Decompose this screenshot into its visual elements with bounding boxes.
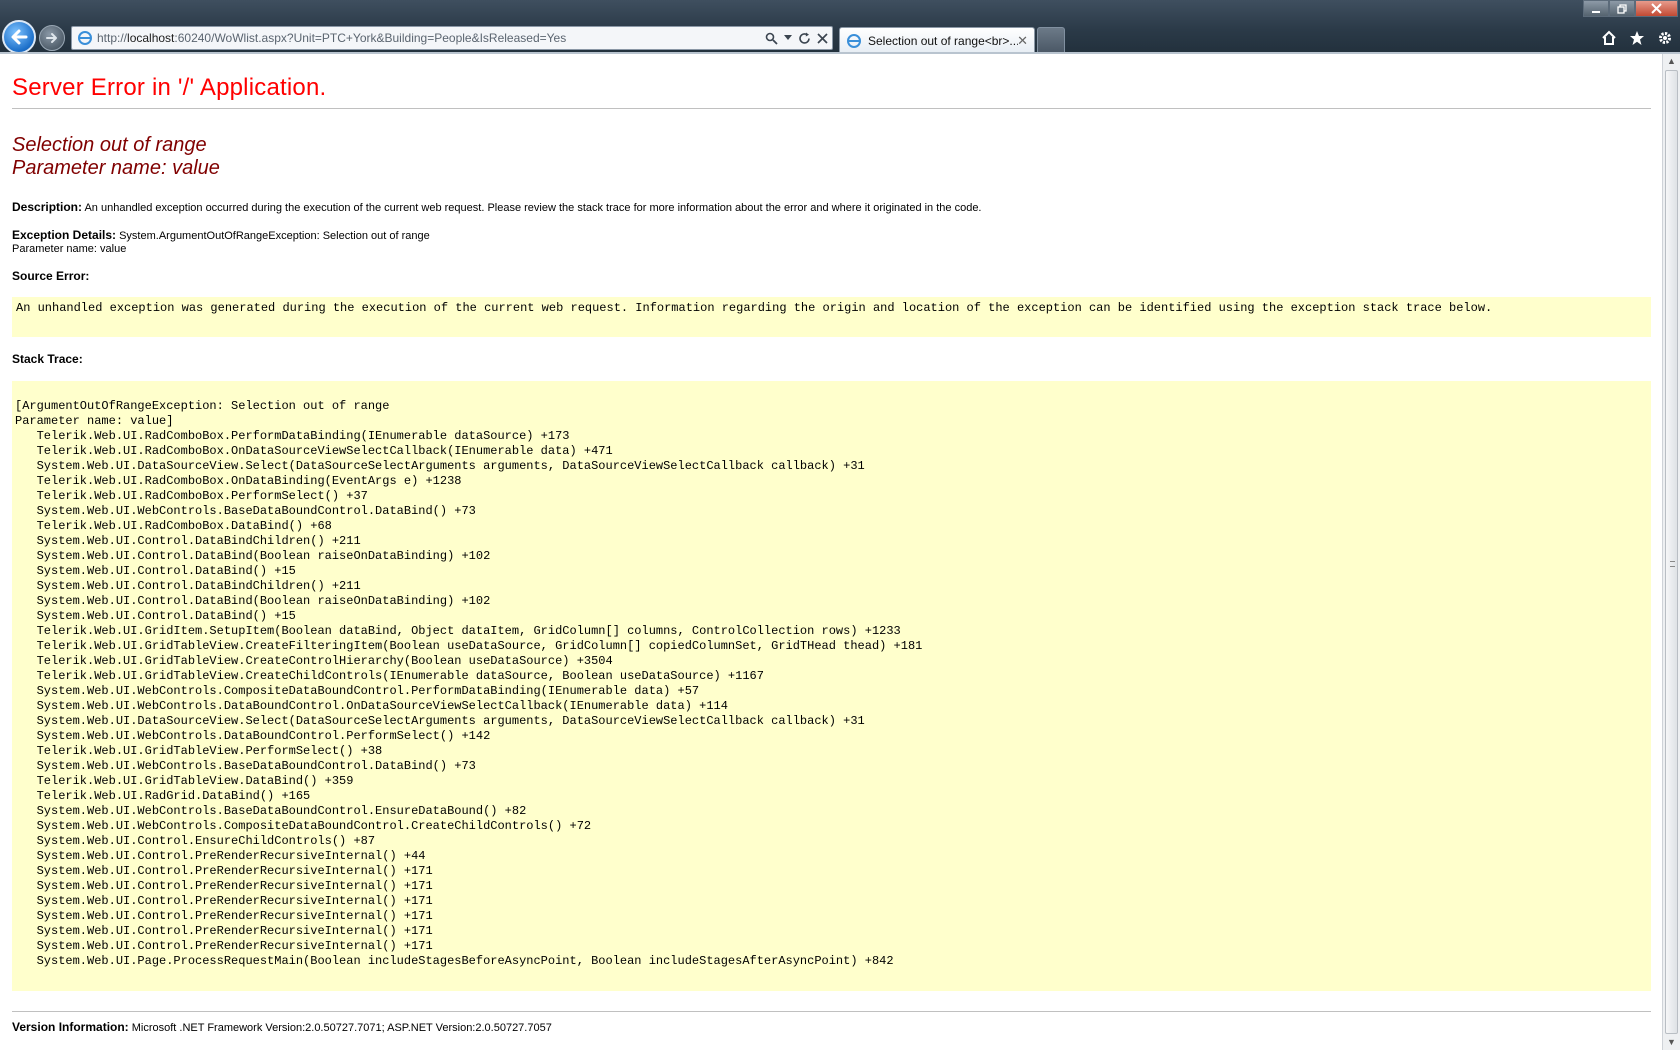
description: Description: An unhandled exception occu… [12, 200, 982, 214]
browser-chrome: http://localhost:60240/WoWlist.aspx?Unit… [0, 0, 1680, 54]
stack-trace-line: System.Web.UI.Control.DataBind() +15 [15, 564, 296, 578]
home-icon[interactable] [1600, 29, 1618, 47]
scroll-down-arrow-icon[interactable]: ▼ [1666, 1037, 1677, 1048]
stack-trace-line: System.Web.UI.Control.EnsureChildControl… [15, 834, 376, 848]
stack-trace-line: Telerik.Web.UI.GridTableView.CreateFilte… [15, 639, 923, 653]
stack-trace-line: System.Web.UI.WebControls.DataBoundContr… [15, 699, 728, 713]
stack-trace-line: Telerik.Web.UI.GridTableView.CreateChild… [15, 669, 764, 683]
stack-trace-line: System.Web.UI.DataSourceView.Select(Data… [15, 459, 865, 473]
new-tab-button[interactable] [1037, 27, 1065, 52]
tab-title: Selection out of range<br>... [868, 33, 1018, 48]
stack-trace-line: System.Web.UI.Page.ProcessRequestMain(Bo… [15, 954, 894, 968]
stack-trace-line: System.Web.UI.DataSourceView.Select(Data… [15, 714, 865, 728]
stack-trace-line: [ArgumentOutOfRangeException: Selection … [15, 399, 390, 413]
stack-trace-line: System.Web.UI.Control.PreRenderRecursive… [15, 909, 433, 923]
stack-trace-line: System.Web.UI.WebControls.BaseDataBoundC… [15, 759, 476, 773]
stack-trace-line: Telerik.Web.UI.GridTableView.PerformSele… [15, 744, 383, 758]
error-heading: Selection out of range Parameter name: v… [12, 134, 220, 180]
stack-trace-line: Telerik.Web.UI.GridTableView.DataBind() … [15, 774, 354, 788]
stack-trace-line: Parameter name: value] [15, 414, 174, 428]
stack-trace-line: System.Web.UI.WebControls.CompositeDataB… [15, 819, 592, 833]
back-button[interactable] [2, 20, 36, 54]
window-controls [1583, 0, 1678, 17]
stack-trace-line: System.Web.UI.Control.DataBindChildren()… [15, 534, 361, 548]
source-error-label-text: Source Error: [12, 269, 90, 283]
forward-button[interactable] [39, 25, 65, 51]
stack-trace-line: System.Web.UI.Control.DataBindChildren()… [15, 579, 361, 593]
stack-trace-line: System.Web.UI.WebControls.BaseDataBoundC… [15, 804, 527, 818]
version-information: Version Information: Microsoft .NET Fram… [12, 1020, 552, 1034]
stop-icon[interactable] [817, 32, 828, 44]
ie-page-icon [78, 31, 92, 45]
url-rest: :60240/WoWlist.aspx?Unit=PTC+York&Buildi… [174, 31, 567, 45]
stack-trace-line: System.Web.UI.Control.PreRenderRecursive… [15, 894, 433, 908]
scroll-thumb[interactable] [1665, 70, 1678, 1034]
source-error-label: Source Error: [12, 269, 89, 283]
search-icon[interactable] [765, 32, 778, 45]
stack-trace-label: Stack Trace: [12, 352, 83, 366]
server-error-title: Server Error in '/' Application. [12, 74, 327, 101]
stack-trace-line: System.Web.UI.Control.PreRenderRecursive… [15, 924, 433, 938]
stack-trace-line: Telerik.Web.UI.GridItem.SetupItem(Boolea… [15, 624, 901, 638]
source-error-box: An unhandled exception was generated dur… [12, 297, 1651, 337]
tools-gear-icon[interactable] [1656, 29, 1674, 47]
exception-label: Exception Details: [12, 228, 117, 242]
version-label: Version Information: [12, 1020, 129, 1034]
stack-trace-line: System.Web.UI.WebControls.CompositeDataB… [15, 684, 700, 698]
address-bar[interactable]: http://localhost:60240/WoWlist.aspx?Unit… [71, 26, 833, 50]
tab-active[interactable]: Selection out of range<br>... ✕ [839, 27, 1035, 53]
stack-trace-line: Telerik.Web.UI.RadComboBox.OnDataSourceV… [15, 444, 613, 458]
stack-trace-line: Telerik.Web.UI.RadComboBox.PerformSelect… [15, 489, 368, 503]
stack-trace-line: System.Web.UI.WebControls.BaseDataBoundC… [15, 504, 476, 518]
forward-arrow-icon [46, 33, 57, 43]
refresh-icon[interactable] [798, 32, 811, 45]
ie-page-icon [847, 33, 861, 48]
dropdown-arrow-icon[interactable] [784, 35, 792, 41]
url-host: localhost [127, 31, 175, 45]
scroll-up-arrow-icon[interactable]: ▲ [1666, 56, 1677, 67]
close-window-button[interactable] [1635, 0, 1678, 17]
stack-trace-line: System.Web.UI.Control.PreRenderRecursive… [15, 879, 433, 893]
stack-trace-line: Telerik.Web.UI.GridTableView.CreateContr… [15, 654, 613, 668]
stack-trace-line: System.Web.UI.Control.PreRenderRecursive… [15, 849, 426, 863]
stack-trace-line: System.Web.UI.WebControls.DataBoundContr… [15, 729, 491, 743]
back-arrow-icon [11, 29, 28, 45]
exception-parameter: Parameter name: value [12, 243, 127, 255]
tab-close-icon[interactable]: ✕ [1017, 33, 1028, 49]
stack-trace-line: Telerik.Web.UI.RadComboBox.OnDataBinding… [15, 474, 462, 488]
close-icon [1651, 3, 1662, 14]
description-text: An unhandled exception occurred during t… [84, 202, 982, 214]
stack-trace-line: System.Web.UI.Control.DataBind() +15 [15, 609, 296, 623]
exception-details: Exception Details: System.ArgumentOutOfR… [12, 228, 430, 242]
exception-text: System.ArgumentOutOfRangeException: Sele… [119, 230, 430, 242]
restore-button[interactable] [1609, 0, 1635, 17]
stack-trace-line: Telerik.Web.UI.RadComboBox.PerformDataBi… [15, 429, 570, 443]
divider [12, 108, 1651, 109]
stack-trace-box: [ArgumentOutOfRangeException: Selection … [12, 381, 1651, 991]
stack-trace-line: Telerik.Web.UI.RadComboBox.DataBind() +6… [15, 519, 332, 533]
minimize-icon [1592, 10, 1600, 13]
restore-icon [1617, 3, 1627, 14]
page-content: Server Error in '/' Application. Selecti… [0, 54, 1662, 1050]
version-text: Microsoft .NET Framework Version:2.0.507… [131, 1022, 552, 1034]
error-message: Selection out of range [12, 134, 207, 156]
stack-trace-line: Telerik.Web.UI.RadGrid.DataBind() +165 [15, 789, 311, 803]
stack-trace-line: System.Web.UI.Control.DataBind(Boolean r… [15, 594, 491, 608]
stack-trace-line: System.Web.UI.Control.PreRenderRecursive… [15, 939, 433, 953]
stack-trace-label-text: Stack Trace: [12, 352, 83, 366]
minimize-button[interactable] [1583, 0, 1609, 17]
address-url[interactable]: http://localhost:60240/WoWlist.aspx?Unit… [97, 31, 757, 45]
divider [12, 1011, 1651, 1012]
favorites-star-icon[interactable] [1628, 29, 1646, 47]
stack-trace-line: System.Web.UI.Control.PreRenderRecursive… [15, 864, 433, 878]
url-prefix: http:// [97, 31, 128, 45]
stack-trace-line: System.Web.UI.Control.DataBind(Boolean r… [15, 549, 491, 563]
error-parameter: Parameter name: value [12, 157, 220, 179]
description-label: Description: [12, 200, 83, 214]
vertical-scrollbar[interactable]: ▲ ▼ [1662, 54, 1680, 1050]
